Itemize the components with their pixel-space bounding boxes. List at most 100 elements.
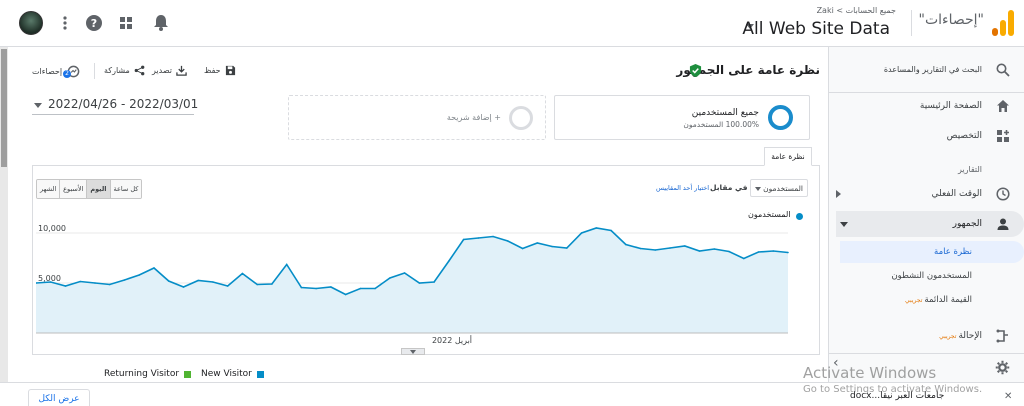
insights-badge: 2	[63, 70, 72, 78]
property-title: "إحصاءات"	[918, 12, 984, 28]
sidebar-item-audience[interactable]: الجمهور	[836, 211, 1024, 237]
home-icon	[997, 100, 1009, 112]
data-point	[433, 281, 435, 283]
analytics-logo-icon	[992, 10, 1014, 36]
sidebar-search[interactable]: البحث في التقارير والمساعدة	[828, 47, 1024, 93]
dashboard-plus-icon	[997, 130, 1009, 142]
versus-label: في مقابل	[710, 183, 748, 192]
breadcrumb-link[interactable]: جميع الحسابات	[846, 6, 896, 15]
data-point	[654, 249, 657, 251]
sidebar-item-label: التخصيص	[946, 131, 982, 141]
data-point	[241, 272, 244, 275]
period-month-button[interactable]: الشهر	[37, 180, 60, 198]
person-icon	[997, 218, 1009, 230]
sidebar-subitem-active-users[interactable]: المستخدمون النشطون	[840, 265, 1024, 287]
expand-chart-button[interactable]	[401, 348, 425, 355]
data-point	[153, 267, 155, 269]
save-button[interactable]: حفظ	[204, 65, 236, 76]
insights-button[interactable]: 2 إحصاءات	[32, 65, 80, 78]
chevron-down-icon	[755, 187, 761, 191]
data-point	[79, 280, 81, 283]
data-point	[285, 263, 288, 266]
segment-percentage: 100.00% المستخدمون	[683, 120, 759, 129]
period-week-button[interactable]: الأسبوع	[59, 180, 87, 198]
data-point	[344, 293, 347, 296]
report-header: نظرة عامة على الجمهور حفظ تصدير مشاركة 2…	[8, 47, 828, 95]
add-segment-card[interactable]: + إضافة شريحة	[288, 95, 546, 140]
sidebar-subitem-overview[interactable]: نظرة عامة	[840, 241, 1024, 263]
insights-label: إحصاءات	[32, 67, 63, 76]
data-point	[389, 277, 391, 279]
data-point	[108, 283, 111, 286]
close-icon[interactable]: ✕	[1004, 391, 1012, 402]
data-point	[300, 286, 303, 289]
pick-metric-link[interactable]: اختيار أحد المقاييس	[656, 184, 709, 192]
metric-select[interactable]: المستخدمون	[750, 179, 808, 197]
y-tick-label: 10,000	[38, 224, 66, 233]
data-point	[197, 279, 199, 282]
data-point	[757, 251, 760, 253]
sidebar-item-acquisition[interactable]: الإحالةتجريبي	[828, 323, 1024, 349]
data-point	[669, 247, 671, 249]
sidebar-subitem-lifetime-value[interactable]: القيمة الدائمةتجريبي	[840, 289, 1024, 311]
data-point	[64, 285, 67, 287]
data-point	[94, 282, 96, 284]
beta-badge: تجريبي	[905, 297, 923, 304]
period-toggle: الشهر الأسبوع اليوم كل ساعة	[36, 179, 143, 199]
insights-icon: 2	[63, 65, 80, 78]
show-all-button[interactable]: عرض الكل	[28, 389, 90, 406]
left-scrollbar[interactable]	[0, 47, 8, 382]
legend-returning-swatch	[184, 370, 192, 378]
help-icon[interactable]: ?	[84, 13, 104, 33]
export-label: تصدير	[152, 66, 173, 75]
share-button[interactable]: مشاركة	[104, 65, 145, 76]
share-label: مشاركة	[104, 66, 130, 75]
data-point	[315, 287, 318, 290]
chevron-down-icon	[34, 103, 42, 108]
breadcrumb-separator: >	[833, 6, 844, 15]
segment-card-all-users[interactable]: جميع المستخدمين 100.00% المستخدمون	[554, 95, 810, 140]
period-hourly-button[interactable]: كل ساعة	[109, 180, 142, 198]
add-segment-ring-icon	[509, 106, 533, 130]
date-range-picker[interactable]: 2022/04/26 - 2022/03/01	[32, 97, 198, 115]
avatar[interactable]	[19, 11, 43, 35]
activate-windows-title: Activate Windows	[803, 364, 937, 382]
divider	[911, 10, 912, 36]
chart-area	[36, 228, 788, 333]
sidebar-subitem-label: القيمة الدائمةتجريبي	[905, 295, 972, 305]
data-point	[374, 287, 376, 290]
data-point	[521, 247, 524, 250]
data-point	[123, 279, 126, 281]
period-day-button[interactable]: اليوم	[86, 180, 110, 198]
sidebar-item-home[interactable]: الصفحة الرئيسية	[828, 93, 1024, 119]
scrollbar-thumb[interactable]	[1, 49, 7, 167]
sidebar-item-label: الجمهور	[952, 219, 982, 229]
main-content: نظرة عامة على الجمهور حفظ تصدير مشاركة 2…	[8, 47, 828, 382]
sidebar-item-label: الصفحة الرئيسية	[919, 101, 982, 111]
data-point	[507, 240, 509, 242]
sidebar-item-label: الوقت الفعلي	[931, 189, 982, 199]
share-icon	[134, 65, 145, 76]
breadcrumb[interactable]: جميع الحسابات > Zaki	[817, 6, 896, 15]
view-title[interactable]: All Web Site Data	[742, 19, 890, 39]
apps-grid-icon[interactable]	[116, 13, 136, 33]
sidebar-item-customization[interactable]: التخصيص	[828, 123, 1024, 149]
save-icon	[225, 65, 235, 76]
gear-icon[interactable]	[995, 360, 1010, 375]
export-button[interactable]: تصدير	[152, 65, 187, 76]
data-point	[713, 248, 716, 250]
tab-overview[interactable]: نظرة عامة	[764, 147, 812, 166]
data-point	[271, 283, 273, 285]
activate-windows-subtitle: Go to Settings to activate Windows.	[803, 384, 983, 395]
sidebar: البحث في التقارير والمساعدة الصفحة الرئي…	[828, 47, 1024, 382]
data-point	[256, 283, 258, 286]
legend-returning-visitor: Returning Visitor	[104, 369, 192, 379]
metric-select-value: المستخدمون	[763, 184, 803, 193]
data-point	[728, 250, 730, 253]
legend-returning-label: Returning Visitor	[104, 369, 180, 379]
more-vert-icon[interactable]	[55, 13, 75, 33]
sidebar-item-realtime[interactable]: الوقت الفعلي	[828, 181, 1024, 207]
data-point	[580, 232, 583, 234]
data-point	[418, 282, 421, 284]
bell-icon[interactable]	[151, 13, 171, 33]
